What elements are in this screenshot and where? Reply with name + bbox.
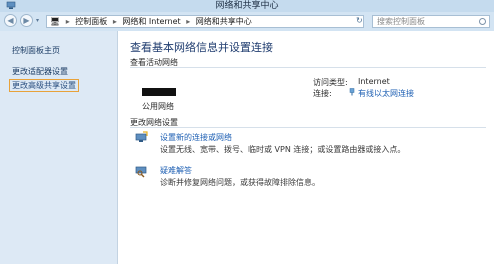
sidebar-item-change-advanced-sharing[interactable]: 更改高级共享设置	[9, 79, 79, 92]
refresh-icon[interactable]: ↻	[356, 15, 366, 26]
address-bar-area: ◀ ▶ ▾ 🖥 ▸ 控制面板 ▸ 网络和 Internet ▸ 网络和共享中心 …	[0, 12, 494, 31]
page-title: 查看基本网络信息并设置连接	[130, 41, 273, 54]
troubleshoot-link[interactable]: 疑难解答	[160, 165, 192, 176]
back-button[interactable]: ◀	[4, 14, 17, 27]
connections-label: 连接:	[313, 89, 332, 98]
crumb-separator-icon: ▸	[186, 17, 191, 26]
window-title: 网络和共享中心	[215, 1, 279, 11]
sidebar-item-change-adapter-settings[interactable]: 更改适配器设置	[12, 66, 68, 77]
crumb-separator-icon: ▸	[65, 17, 70, 26]
main-content: 查看基本网络信息并设置连接 查看活动网络 公用网络 访问类型: Internet…	[118, 31, 494, 264]
search-input[interactable]: 搜索控制面板	[372, 15, 490, 28]
setup-new-connection-link[interactable]: 设置新的连接或网络	[160, 132, 232, 143]
network-type: 公用网络	[142, 102, 174, 111]
section-divider	[130, 67, 486, 68]
address-bar[interactable]: 🖥 ▸ 控制面板 ▸ 网络和 Internet ▸ 网络和共享中心	[46, 15, 364, 28]
sidebar: 控制面板主页 更改适配器设置 更改高级共享设置	[0, 31, 118, 264]
recent-pages-icon[interactable]: ▾	[36, 17, 39, 24]
ethernet-connection-link[interactable]: 有线以太网连接	[358, 88, 414, 99]
search-placeholder: 搜索控制面板	[377, 17, 425, 26]
setup-new-connection-desc: 设置无线、宽带、拨号、临时或 VPN 连接；或设置路由器或接入点。	[160, 145, 406, 154]
new-connection-icon	[135, 131, 148, 142]
troubleshoot-icon	[135, 166, 147, 178]
search-icon	[479, 18, 486, 25]
location-icon: 🖥	[50, 17, 61, 26]
forward-button[interactable]: ▶	[20, 14, 33, 27]
crumb-separator-icon: ▸	[112, 17, 117, 26]
section-divider	[130, 127, 486, 128]
redacted-network-name	[142, 88, 176, 96]
ethernet-icon	[349, 88, 355, 96]
access-type-value: Internet	[358, 77, 390, 86]
troubleshoot-desc: 诊断并修复网络问题，或获得故障排除信息。	[160, 178, 320, 187]
breadcrumb-network-sharing[interactable]: 网络和共享中心	[196, 16, 252, 27]
breadcrumb-control-panel[interactable]: 控制面板	[75, 16, 107, 27]
breadcrumb-network-internet[interactable]: 网络和 Internet	[122, 16, 180, 27]
sidebar-item-control-panel-home[interactable]: 控制面板主页	[12, 45, 60, 56]
access-type-label: 访问类型:	[313, 78, 348, 87]
title-bar: 网络和共享中心	[0, 0, 494, 12]
